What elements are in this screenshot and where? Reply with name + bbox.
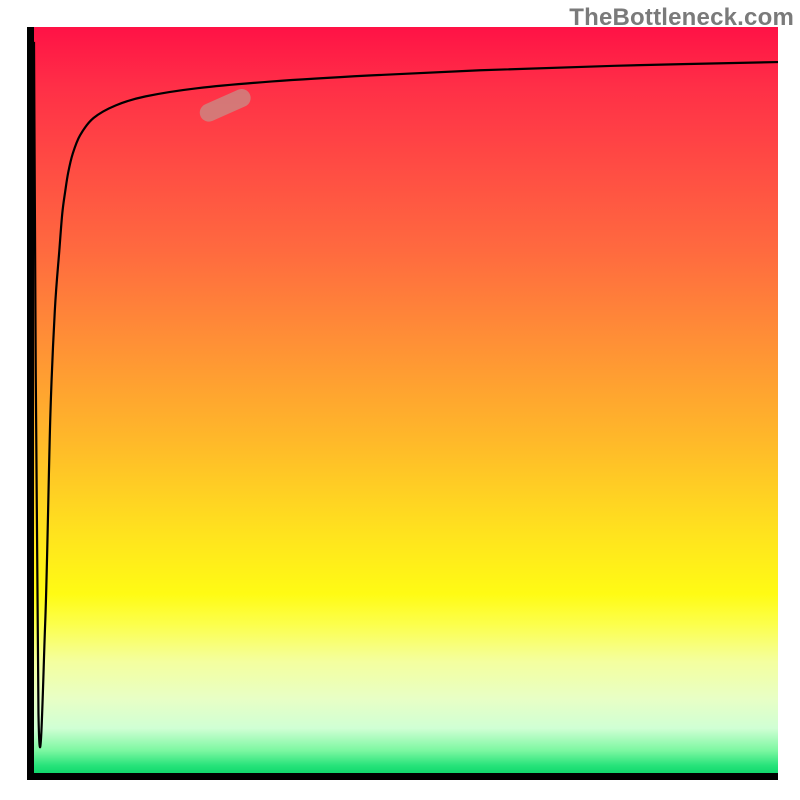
chart-stage: TheBottleneck.com	[0, 0, 800, 800]
curve-layer	[34, 27, 778, 773]
plot-area	[27, 27, 778, 780]
bottleneck-curve	[34, 42, 778, 747]
highlight-marker	[197, 86, 254, 124]
